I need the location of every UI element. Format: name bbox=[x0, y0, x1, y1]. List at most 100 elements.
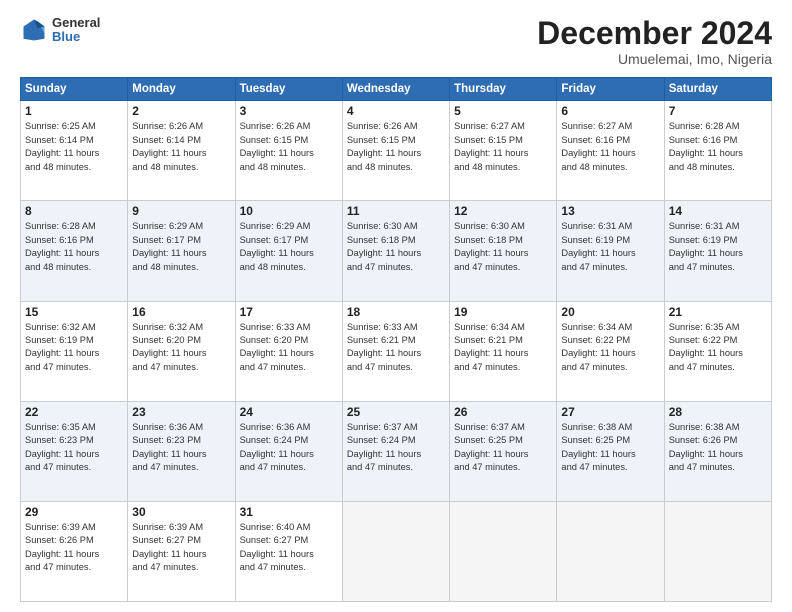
day-info: Sunrise: 6:36 AMSunset: 6:24 PMDaylight:… bbox=[240, 421, 338, 475]
table-row: 18 Sunrise: 6:33 AMSunset: 6:21 PMDayligh… bbox=[342, 301, 449, 401]
table-row: 13 Sunrise: 6:31 AMSunset: 6:19 PMDayligh… bbox=[557, 201, 664, 301]
day-number: 16 bbox=[132, 305, 230, 319]
day-number: 17 bbox=[240, 305, 338, 319]
calendar-week-row: 29 Sunrise: 6:39 AMSunset: 6:26 PMDayligh… bbox=[21, 501, 772, 601]
table-row: 14 Sunrise: 6:31 AMSunset: 6:19 PMDayligh… bbox=[664, 201, 771, 301]
logo-blue: Blue bbox=[52, 30, 100, 44]
calendar-week-row: 15 Sunrise: 6:32 AMSunset: 6:19 PMDayligh… bbox=[21, 301, 772, 401]
calendar-header-row: Sunday Monday Tuesday Wednesday Thursday… bbox=[21, 78, 772, 101]
day-info: Sunrise: 6:31 AMSunset: 6:19 PMDaylight:… bbox=[561, 220, 659, 274]
day-info: Sunrise: 6:33 AMSunset: 6:20 PMDaylight:… bbox=[240, 321, 338, 375]
day-info: Sunrise: 6:34 AMSunset: 6:22 PMDaylight:… bbox=[561, 321, 659, 375]
day-number: 11 bbox=[347, 204, 445, 218]
day-info: Sunrise: 6:32 AMSunset: 6:19 PMDaylight:… bbox=[25, 321, 123, 375]
logo: General Blue bbox=[20, 16, 100, 45]
table-row: 15 Sunrise: 6:32 AMSunset: 6:19 PMDayligh… bbox=[21, 301, 128, 401]
day-info: Sunrise: 6:31 AMSunset: 6:19 PMDaylight:… bbox=[669, 220, 767, 274]
day-info: Sunrise: 6:29 AMSunset: 6:17 PMDaylight:… bbox=[132, 220, 230, 274]
day-number: 5 bbox=[454, 104, 552, 118]
day-info: Sunrise: 6:32 AMSunset: 6:20 PMDaylight:… bbox=[132, 321, 230, 375]
table-row bbox=[664, 501, 771, 601]
logo-icon bbox=[20, 16, 48, 44]
table-row bbox=[342, 501, 449, 601]
day-info: Sunrise: 6:34 AMSunset: 6:21 PMDaylight:… bbox=[454, 321, 552, 375]
day-info: Sunrise: 6:37 AMSunset: 6:24 PMDaylight:… bbox=[347, 421, 445, 475]
day-info: Sunrise: 6:33 AMSunset: 6:21 PMDaylight:… bbox=[347, 321, 445, 375]
table-row: 3 Sunrise: 6:26 AMSunset: 6:15 PMDaylight… bbox=[235, 101, 342, 201]
day-number: 29 bbox=[25, 505, 123, 519]
day-number: 26 bbox=[454, 405, 552, 419]
col-sunday: Sunday bbox=[21, 78, 128, 101]
col-wednesday: Wednesday bbox=[342, 78, 449, 101]
table-row: 16 Sunrise: 6:32 AMSunset: 6:20 PMDayligh… bbox=[128, 301, 235, 401]
table-row: 27 Sunrise: 6:38 AMSunset: 6:25 PMDayligh… bbox=[557, 401, 664, 501]
day-info: Sunrise: 6:30 AMSunset: 6:18 PMDaylight:… bbox=[347, 220, 445, 274]
day-number: 1 bbox=[25, 104, 123, 118]
header: General Blue December 2024 Umuelemai, Im… bbox=[20, 16, 772, 67]
day-info: Sunrise: 6:29 AMSunset: 6:17 PMDaylight:… bbox=[240, 220, 338, 274]
table-row: 7 Sunrise: 6:28 AMSunset: 6:16 PMDaylight… bbox=[664, 101, 771, 201]
day-number: 13 bbox=[561, 204, 659, 218]
day-info: Sunrise: 6:28 AMSunset: 6:16 PMDaylight:… bbox=[25, 220, 123, 274]
day-number: 12 bbox=[454, 204, 552, 218]
table-row: 2Sunrise: 6:26 AMSunset: 6:14 PMDaylight… bbox=[128, 101, 235, 201]
day-number: 22 bbox=[25, 405, 123, 419]
calendar-table: Sunday Monday Tuesday Wednesday Thursday… bbox=[20, 77, 772, 602]
day-info: Sunrise: 6:39 AMSunset: 6:26 PMDaylight:… bbox=[25, 521, 123, 575]
col-thursday: Thursday bbox=[450, 78, 557, 101]
day-info: Sunrise: 6:26 AMSunset: 6:15 PMDaylight:… bbox=[240, 120, 338, 174]
day-number: 3 bbox=[240, 104, 338, 118]
day-info: Sunrise: 6:35 AMSunset: 6:23 PMDaylight:… bbox=[25, 421, 123, 475]
day-number: 21 bbox=[669, 305, 767, 319]
day-number: 27 bbox=[561, 405, 659, 419]
day-info: Sunrise: 6:40 AMSunset: 6:27 PMDaylight:… bbox=[240, 521, 338, 575]
day-info: Sunrise: 6:26 AMSunset: 6:14 PMDaylight:… bbox=[132, 120, 230, 174]
col-tuesday: Tuesday bbox=[235, 78, 342, 101]
table-row: 30 Sunrise: 6:39 AMSunset: 6:27 PMDayligh… bbox=[128, 501, 235, 601]
day-number: 20 bbox=[561, 305, 659, 319]
day-info: Sunrise: 6:38 AMSunset: 6:25 PMDaylight:… bbox=[561, 421, 659, 475]
table-row: 17 Sunrise: 6:33 AMSunset: 6:20 PMDayligh… bbox=[235, 301, 342, 401]
table-row: 20 Sunrise: 6:34 AMSunset: 6:22 PMDayligh… bbox=[557, 301, 664, 401]
day-info: Sunrise: 6:37 AMSunset: 6:25 PMDaylight:… bbox=[454, 421, 552, 475]
calendar-week-row: 22 Sunrise: 6:35 AMSunset: 6:23 PMDayligh… bbox=[21, 401, 772, 501]
day-number: 7 bbox=[669, 104, 767, 118]
location-subtitle: Umuelemai, Imo, Nigeria bbox=[537, 51, 772, 67]
day-number: 28 bbox=[669, 405, 767, 419]
col-monday: Monday bbox=[128, 78, 235, 101]
day-info: Sunrise: 6:28 AMSunset: 6:16 PMDaylight:… bbox=[669, 120, 767, 174]
page: General Blue December 2024 Umuelemai, Im… bbox=[0, 0, 792, 612]
day-info: Sunrise: 6:35 AMSunset: 6:22 PMDaylight:… bbox=[669, 321, 767, 375]
day-info: Sunrise: 6:25 AMSunset: 6:14 PMDaylight:… bbox=[25, 120, 123, 174]
table-row: 9 Sunrise: 6:29 AMSunset: 6:17 PMDaylight… bbox=[128, 201, 235, 301]
day-info: Sunrise: 6:36 AMSunset: 6:23 PMDaylight:… bbox=[132, 421, 230, 475]
day-number: 18 bbox=[347, 305, 445, 319]
table-row: 8 Sunrise: 6:28 AMSunset: 6:16 PMDaylight… bbox=[21, 201, 128, 301]
day-info: Sunrise: 6:39 AMSunset: 6:27 PMDaylight:… bbox=[132, 521, 230, 575]
day-number: 31 bbox=[240, 505, 338, 519]
col-friday: Friday bbox=[557, 78, 664, 101]
day-info: Sunrise: 6:27 AMSunset: 6:16 PMDaylight:… bbox=[561, 120, 659, 174]
table-row: 21 Sunrise: 6:35 AMSunset: 6:22 PMDayligh… bbox=[664, 301, 771, 401]
day-number: 15 bbox=[25, 305, 123, 319]
day-number: 6 bbox=[561, 104, 659, 118]
day-info: Sunrise: 6:27 AMSunset: 6:15 PMDaylight:… bbox=[454, 120, 552, 174]
day-number: 30 bbox=[132, 505, 230, 519]
logo-general: General bbox=[52, 16, 100, 30]
calendar-week-row: 8 Sunrise: 6:28 AMSunset: 6:16 PMDaylight… bbox=[21, 201, 772, 301]
table-row: 6 Sunrise: 6:27 AMSunset: 6:16 PMDaylight… bbox=[557, 101, 664, 201]
day-number: 8 bbox=[25, 204, 123, 218]
day-number: 9 bbox=[132, 204, 230, 218]
day-number: 24 bbox=[240, 405, 338, 419]
table-row: 4 Sunrise: 6:26 AMSunset: 6:15 PMDaylight… bbox=[342, 101, 449, 201]
table-row bbox=[557, 501, 664, 601]
day-info: Sunrise: 6:26 AMSunset: 6:15 PMDaylight:… bbox=[347, 120, 445, 174]
table-row: 22 Sunrise: 6:35 AMSunset: 6:23 PMDayligh… bbox=[21, 401, 128, 501]
table-row: 26 Sunrise: 6:37 AMSunset: 6:25 PMDayligh… bbox=[450, 401, 557, 501]
day-number: 4 bbox=[347, 104, 445, 118]
day-number: 14 bbox=[669, 204, 767, 218]
table-row: 19Sunrise: 6:34 AMSunset: 6:21 PMDayligh… bbox=[450, 301, 557, 401]
table-row: 11 Sunrise: 6:30 AMSunset: 6:18 PMDayligh… bbox=[342, 201, 449, 301]
logo-text: General Blue bbox=[52, 16, 100, 45]
table-row: 31 Sunrise: 6:40 AMSunset: 6:27 PMDayligh… bbox=[235, 501, 342, 601]
